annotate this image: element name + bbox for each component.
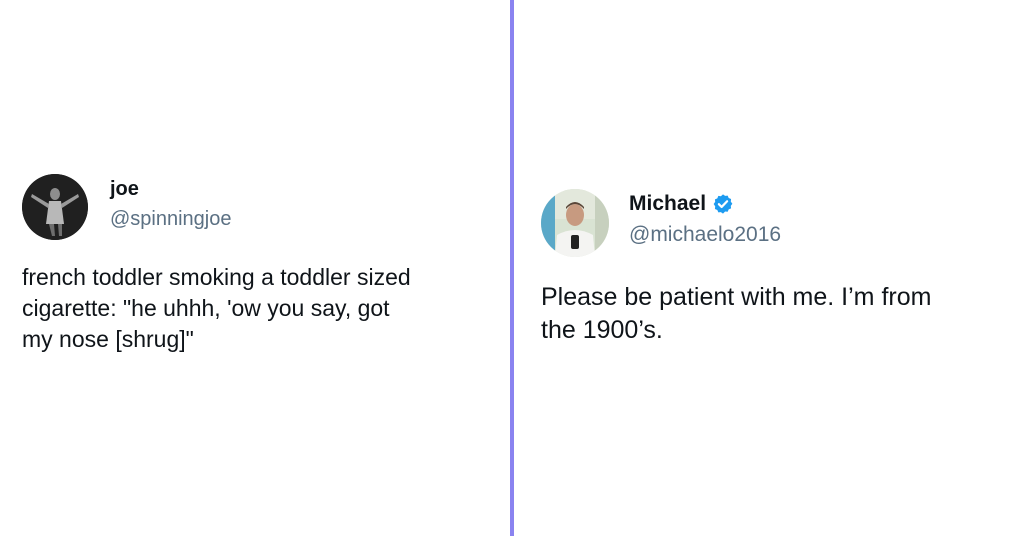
tweet-text: Please be patient with me. I’m from the … — [541, 283, 932, 344]
author-block: joe @spinningjoe — [110, 177, 232, 231]
avatar-photo-man-white-shirt — [541, 189, 609, 257]
name-row: Michael — [629, 192, 781, 216]
verified-badge-icon — [713, 193, 733, 214]
tweet-header: Michael @michaelo2016 — [541, 189, 1011, 257]
avatar[interactable] — [22, 174, 88, 240]
user-handle[interactable]: @michaelo2016 — [629, 223, 781, 247]
divider-line — [510, 0, 514, 536]
avatar-photo-dark-figure — [22, 174, 88, 240]
tweet-header: joe @spinningjoe — [22, 174, 502, 240]
display-name[interactable]: joe — [110, 177, 139, 201]
author-block: Michael @michaelo2016 — [629, 192, 781, 247]
tweet-card-joe: joe @spinningjoe french toddler smoking … — [22, 174, 502, 355]
avatar[interactable] — [541, 189, 609, 257]
user-handle[interactable]: @spinningjoe — [110, 207, 232, 231]
tweet-text: french toddler smoking a toddler sized c… — [22, 264, 411, 352]
name-row: joe — [110, 177, 232, 201]
tweet-comparison-image: joe @spinningjoe french toddler smoking … — [0, 0, 1024, 536]
tweet-card-michael: Michael @michaelo2016 Please be patient … — [541, 189, 1011, 347]
display-name[interactable]: Michael — [629, 192, 706, 216]
